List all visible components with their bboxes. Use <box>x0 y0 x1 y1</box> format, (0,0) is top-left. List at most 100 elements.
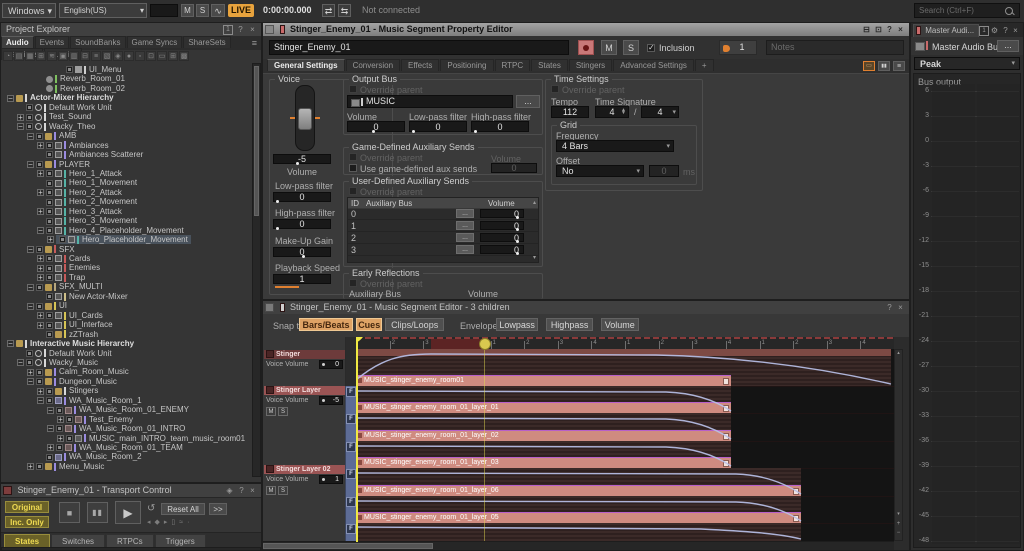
tree-row[interactable]: Hero_3_Movement <box>1 216 251 225</box>
include-checkbox[interactable] <box>26 359 33 367</box>
help-icon[interactable]: ? <box>236 485 247 496</box>
expander-icon[interactable]: + <box>37 274 44 282</box>
tempo-box[interactable]: 112 <box>551 106 589 118</box>
explorer-tool-icon-15[interactable]: ▭ <box>157 51 167 61</box>
explorer-tab-soundbanks[interactable]: SoundBanks <box>70 36 126 48</box>
include-checkbox[interactable] <box>36 463 43 471</box>
expander-icon[interactable]: − <box>27 283 34 291</box>
include-checkbox[interactable] <box>46 312 53 320</box>
ob-lpf-box[interactable]: 0 <box>409 121 467 133</box>
bus-browse-button[interactable]: ... <box>997 40 1019 52</box>
expander-icon[interactable]: − <box>27 378 34 386</box>
pin-icon[interactable]: ◈ <box>224 485 235 496</box>
search-input[interactable]: Search (Ctrl+F) <box>914 3 1020 18</box>
segment-hscrollbar[interactable] <box>263 541 894 550</box>
include-checkbox[interactable] <box>46 198 53 206</box>
include-checkbox[interactable] <box>46 274 53 282</box>
close-icon[interactable]: × <box>1010 25 1021 36</box>
music-track-lane[interactable]: MUSIC_stinger_enemy_room_01_layer_01 <box>356 386 894 414</box>
include-checkbox[interactable] <box>36 378 43 386</box>
tree-row[interactable]: − PLAYER <box>1 160 251 169</box>
aux-row-volume-box[interactable]: 0 <box>480 233 524 243</box>
include-checkbox[interactable] <box>46 208 53 216</box>
explorer-tool-icon-13[interactable]: ▫ <box>135 51 145 61</box>
voice-hpf-box[interactable]: 0 <box>273 219 331 230</box>
tree-row[interactable]: + UI_Cards <box>1 311 251 320</box>
music-clip[interactable]: MUSIC_stinger_enemy_room_01_layer_05 <box>356 512 801 523</box>
offset-select[interactable]: No ▾ <box>556 165 644 177</box>
tree-row[interactable]: + Calm_Room_Music <box>1 367 251 376</box>
playback-speed-box[interactable]: 1 <box>273 274 331 284</box>
tree-row[interactable]: Reverb_Room_01 <box>1 74 251 83</box>
include-checkbox[interactable] <box>46 189 53 197</box>
ts-denominator-select[interactable]: 4 ▾ <box>641 106 679 118</box>
scroll-thumb[interactable] <box>263 543 433 549</box>
property-tab-general-settings[interactable]: General Settings <box>267 59 345 71</box>
meter-mode-select[interactable]: Peak ▾ <box>914 57 1020 70</box>
expander-icon[interactable]: + <box>37 312 44 320</box>
tree-row[interactable]: − Interactive Music Hierarchy <box>1 339 251 348</box>
include-checkbox[interactable] <box>36 302 43 310</box>
frequency-select[interactable]: 4 Bars ▾ <box>556 140 674 152</box>
explorer-tool-icon-12[interactable]: ● <box>124 51 134 61</box>
tree-row[interactable]: + Stingers <box>1 386 251 395</box>
explorer-tool-icon-5[interactable]: ≋ <box>47 51 57 61</box>
output-bus-override-checkbox[interactable] <box>349 85 357 93</box>
tree-row[interactable]: + Test_Enemy <box>1 415 251 424</box>
ob-hpf-box[interactable]: 0 <box>471 121 529 133</box>
view-mode-1-icon[interactable]: ▭ <box>863 61 875 71</box>
property-tab-rtpc[interactable]: RTPC <box>494 59 531 71</box>
explorer-tool-icon-10[interactable]: ▧ <box>102 51 112 61</box>
tree-row[interactable]: UI_Menu <box>1 65 251 74</box>
clip-end-handle[interactable] <box>723 433 729 440</box>
explorer-tool-icon-7[interactable]: ▥ <box>69 51 79 61</box>
expander-icon[interactable]: + <box>47 236 54 244</box>
music-clip[interactable]: MUSIC_stinger_enemy_room_01_layer_01 <box>356 402 731 413</box>
close-icon[interactable]: × <box>247 485 258 496</box>
segment-vscrollbar[interactable]: ▴ ▾ + − <box>894 349 903 541</box>
include-checkbox[interactable] <box>66 416 73 424</box>
output-bus-browse-button[interactable]: ... <box>516 95 540 108</box>
close-icon[interactable]: × <box>895 302 906 313</box>
include-checkbox[interactable] <box>46 217 53 225</box>
remote-connect-icon[interactable]: ⇄ <box>322 4 335 17</box>
tree-row[interactable]: + Enemies <box>1 263 251 272</box>
transport-titlebar[interactable]: Stinger_Enemy_01 - Transport Control ◈ ?… <box>1 484 261 498</box>
track-header-stinger[interactable]: Stinger <box>264 350 345 359</box>
explorer-tool-icon-2[interactable]: ▤ <box>14 51 24 61</box>
voice-fader-track[interactable] <box>290 85 320 151</box>
voice-volume-box[interactable]: 1 <box>319 475 343 484</box>
expander-icon[interactable]: + <box>57 434 64 442</box>
scroll-up-icon[interactable]: ▴ <box>533 199 536 206</box>
capture-button[interactable]: ∿ <box>211 4 225 17</box>
include-checkbox[interactable] <box>59 236 66 244</box>
tree-row[interactable]: + Menu_Music <box>1 462 251 471</box>
explorer-tool-icon-3[interactable]: ▦ <box>25 51 35 61</box>
view-mode-2-icon[interactable]: ▮▮ <box>878 61 890 71</box>
music-clip[interactable]: MUSIC_stinger_enemy_room_01_layer_02 <box>356 430 731 441</box>
property-tab-advanced-settings[interactable]: Advanced Settings <box>613 59 694 71</box>
expander-icon[interactable]: − <box>27 132 34 140</box>
track-solo-button[interactable]: S <box>278 407 288 416</box>
explorer-tool-icon-8[interactable]: ⊟ <box>80 51 90 61</box>
clip-end-handle[interactable] <box>723 378 729 385</box>
voice-volume-box[interactable]: -5 <box>273 154 331 165</box>
tree-row[interactable]: Ambiances Scatterer <box>1 150 251 159</box>
tree-row[interactable]: WA_Music_Room_2 <box>1 452 251 461</box>
property-editor-titlebar[interactable]: Stinger_Enemy_01 - Music Segment Propert… <box>263 23 909 37</box>
expander-icon[interactable]: − <box>17 123 24 131</box>
tree-row[interactable]: − AMB <box>1 131 251 140</box>
explorer-tab-events[interactable]: Events <box>34 36 70 48</box>
tree-row[interactable]: + Cards <box>1 254 251 263</box>
tree-row[interactable]: − SFX_MULTI <box>1 282 251 291</box>
tree-row[interactable]: − SFX <box>1 245 251 254</box>
include-checkbox[interactable] <box>36 283 43 291</box>
clip-end-handle[interactable] <box>723 460 729 467</box>
track-header-stinger-layer-02[interactable]: Stinger Layer 02 <box>264 465 345 474</box>
gain-field[interactable] <box>150 4 178 17</box>
aux-send-row[interactable]: 3... 0 <box>348 244 538 256</box>
include-checkbox[interactable] <box>36 132 43 140</box>
help-icon[interactable]: ? <box>884 24 895 35</box>
mute-button[interactable]: M <box>181 4 194 17</box>
tree-row[interactable]: Reverb_Room_02 <box>1 84 251 93</box>
